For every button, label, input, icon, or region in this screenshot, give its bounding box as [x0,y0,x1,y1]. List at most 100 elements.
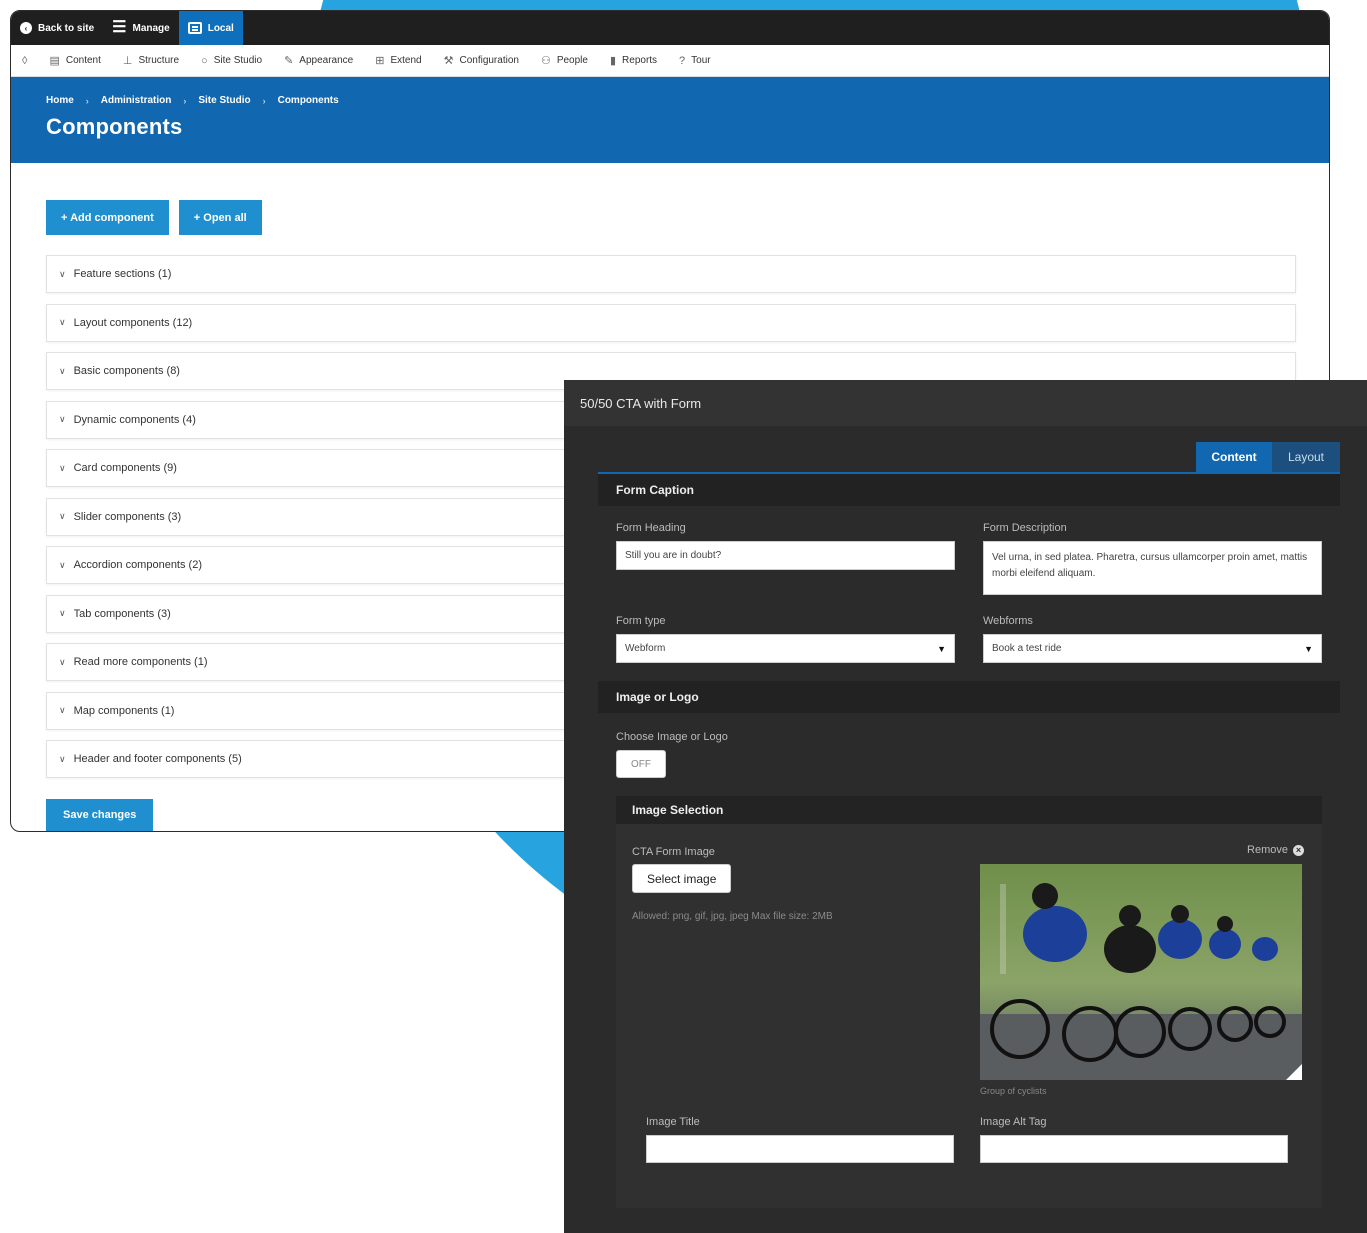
chevron-down-icon: ∨ [59,365,66,376]
breadcrumb-separator-icon: › [85,95,89,106]
image-title-field: Image Title [646,1116,954,1163]
image-title-label: Image Title [646,1116,700,1128]
chevron-down-icon: ∨ [59,462,66,473]
action-buttons: + Add component + Open all [46,200,1329,235]
reports-icon: ▮ [609,55,617,67]
form-heading-input[interactable]: Still you are in doubt? [616,541,955,570]
people-icon: ⚇ [540,55,551,67]
image-title-input[interactable] [646,1135,954,1163]
image-selection-panel: Image Selection CTA Form Image Select im… [616,796,1322,1208]
menu-item-reports[interactable]: ▮ Reports [599,54,668,67]
breadcrumb-components[interactable]: Components [278,95,339,106]
menu-item-configuration[interactable]: ⚒ Configuration [433,54,530,67]
tab-content[interactable]: Content [1196,442,1272,472]
form-heading-label: Form Heading [616,522,686,534]
form-type-select[interactable]: Webform ▼ [616,634,955,663]
appearance-icon: ✎ [284,55,294,67]
add-component-button[interactable]: + Add component [46,200,169,235]
webforms-value: Book a test ride [992,643,1062,654]
accordion-label: Dynamic components (4) [73,413,196,426]
structure-icon: ⊥ [122,55,133,67]
chevron-down-icon: ∨ [59,559,66,570]
form-description-textarea[interactable]: Vel urna, in sed platea. Pharetra, cursu… [983,541,1322,595]
image-logo-section-heading: Image or Logo [598,681,1340,713]
breadcrumb: Home › Administration › Site Studio › Co… [46,95,1329,106]
menu-item-appearance[interactable]: ✎ Appearance [273,54,364,67]
image-logo-field: Choose Image or Logo OFF [598,713,1340,778]
open-all-button[interactable]: + Open all [178,200,262,235]
form-caption-fields: Form Heading Still you are in doubt? For… [598,522,1340,595]
chevron-down-icon: ∨ [59,511,66,521]
image-alt-input[interactable] [980,1135,1288,1163]
chevron-down-icon: ∨ [59,414,66,424]
manage-label: Manage [132,22,170,34]
accordion-feature-sections[interactable]: ∨ Feature sections (1) [46,255,1296,293]
menu-item-people[interactable]: ⚇ People [530,54,599,67]
menu-label: Site Studio [213,55,263,66]
back-arrow-icon: ‹ [20,22,32,34]
menu-item-site-studio[interactable]: ○ Site Studio [190,55,273,67]
cyclists-image [980,864,1302,1080]
accordion-label: Read more components (1) [73,656,208,668]
select-image-button[interactable]: Select image [632,864,732,893]
accordion-label: Accordion components (2) [73,559,202,571]
image-logo-toggle[interactable]: OFF [616,750,666,778]
webforms-label: Webforms [983,615,1033,627]
panel-form: Content Layout Form Caption Form Heading… [598,442,1340,1208]
webforms-select[interactable]: Book a test ride ▼ [983,634,1322,663]
manage-button[interactable]: ☰ Manage [103,11,179,45]
save-changes-button[interactable]: Save changes [46,798,154,831]
breadcrumb-separator-icon: › [262,95,266,106]
tab-bar: Content Layout [598,442,1340,474]
chevron-down-icon: ∨ [59,705,66,715]
form-type-label: Form type [616,615,666,627]
menu-item-tour[interactable]: ? Tour [668,55,722,67]
accordion-layout-components[interactable]: ∨ Layout components (12) [46,303,1296,342]
allowed-file-types: Allowed: png, gif, jpg, jpeg Max file si… [632,911,833,922]
cta-image-label-text: CTA Form Image [632,846,715,858]
remove-label: Remove [1247,844,1288,856]
form-type-fields: Form type Webform ▼ Webforms Book a test… [598,615,1340,663]
form-description-label: Form Description [983,522,1067,534]
breadcrumb-administration[interactable]: Administration [101,95,172,106]
admin-menu-bar: ◊ ▤ Content ⊥ Structure ○ Site Studio ✎ … [11,45,1329,77]
remove-image-link[interactable]: Remove × [1247,844,1304,856]
local-icon [187,22,202,34]
back-to-site-label: Back to site [38,22,95,34]
back-to-site-link[interactable]: ‹ Back to site [11,11,103,45]
menu-label: Reports [622,55,658,66]
configuration-icon: ⚒ [443,55,454,67]
image-alt-field: Image Alt Tag [980,1116,1288,1163]
menu-label: Structure [138,55,180,66]
accordion-label: Layout components (12) [73,316,193,329]
menu-label: People [556,55,588,66]
cta-image-label: CTA Form Image [632,842,715,860]
component-editor-panel: 50/50 CTA with Form Content Layout Form … [564,380,1367,1233]
menu-label: Extend [390,55,422,66]
local-button[interactable]: Local [178,11,243,45]
breadcrumb-site-studio[interactable]: Site Studio [198,95,250,106]
menu-item-extend[interactable]: ⊞ Extend [364,54,432,67]
menu-item-content[interactable]: ▤ Content [38,54,111,67]
site-studio-icon: ○ [201,54,208,67]
menu-label: Appearance [299,55,354,66]
caret-down-icon: ▼ [937,643,946,654]
chevron-down-icon: ∨ [59,753,66,764]
accordion-label: Basic components (8) [73,365,180,377]
breadcrumb-home[interactable]: Home [46,95,74,106]
image-caption: Group of cyclists [980,1086,1047,1096]
drupal-logo-icon[interactable]: ◊ [11,55,38,67]
menu-item-structure[interactable]: ⊥ Structure [112,54,190,67]
content-icon: ▤ [49,55,60,67]
menu-label: Content [65,55,101,66]
chevron-down-icon: ∨ [59,608,66,618]
panel-title: 50/50 CTA with Form [564,380,1367,426]
tab-layout[interactable]: Layout [1272,442,1340,472]
choose-image-logo-label: Choose Image or Logo [616,731,728,743]
extend-icon: ⊞ [375,55,385,67]
accordion-label: Slider components (3) [73,510,182,523]
tour-icon: ? [679,54,686,67]
accordion-label: Tab components (3) [73,607,171,620]
accordion-label: Map components (1) [73,704,175,717]
admin-toolbar: ‹ Back to site ☰ Manage Local [11,11,1329,45]
